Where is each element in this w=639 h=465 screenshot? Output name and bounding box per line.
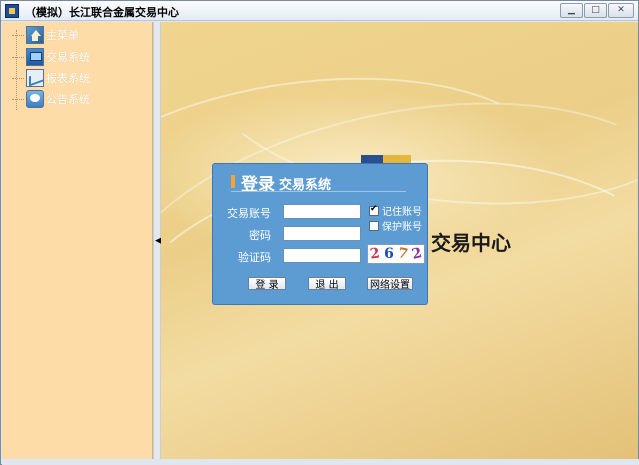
account-input[interactable] xyxy=(284,207,360,220)
network-settings-button[interactable]: 网络设置 xyxy=(367,277,413,291)
exit-button[interactable]: 退 出 xyxy=(308,277,346,291)
remember-account-checkbox[interactable]: 记住账号 xyxy=(369,203,422,218)
tree-item-trading-system[interactable]: 交易系统 xyxy=(12,47,90,67)
close-icon: ✕ xyxy=(617,5,625,15)
window-bottom-border xyxy=(2,459,639,465)
login-button[interactable]: 登 录 xyxy=(248,277,286,291)
minimize-button[interactable]: ▁ xyxy=(560,3,583,18)
account-label: 交易账号 xyxy=(227,207,271,220)
captcha-label: 验证码 xyxy=(238,251,271,264)
login-dialog: 登录 交易系统 交易账号 密码 验证码 记住账号 保护账号 2 6 7 2 xyxy=(212,163,428,305)
tree-item-label: 公告系统 xyxy=(46,93,90,106)
captcha-image[interactable]: 2 6 7 2 xyxy=(367,244,425,264)
maximize-button[interactable]: □ xyxy=(584,3,607,18)
navigation-tree: 主菜单 交易系统 报表系统 公告系统 xyxy=(2,22,153,459)
monitor-icon xyxy=(26,48,44,66)
app-window: （模拟）长江联合金属交易中心 ▁ □ ✕ 主菜单 交易系统 报表系统 公告系统 xyxy=(0,0,639,465)
captcha-char: 2 xyxy=(410,245,424,263)
checkbox-checked[interactable] xyxy=(369,204,379,216)
tree-item-label: 报表系统 xyxy=(46,72,90,85)
captcha-char: 7 xyxy=(396,245,410,263)
minimize-icon: ▁ xyxy=(568,5,575,15)
maximize-icon: □ xyxy=(591,5,600,15)
password-input[interactable] xyxy=(284,229,360,242)
tree-item-label: 主菜单 xyxy=(46,29,79,42)
window-title: （模拟）长江联合金属交易中心 xyxy=(25,6,179,19)
app-logo-icon xyxy=(5,4,19,18)
title-bar[interactable]: （模拟）长江联合金属交易中心 ▁ □ ✕ xyxy=(1,1,638,21)
protect-account-label: 保护账号 xyxy=(382,222,422,233)
close-button[interactable]: ✕ xyxy=(608,3,634,18)
captcha-char: 6 xyxy=(384,246,394,262)
tree-branch xyxy=(12,77,24,79)
checkbox-unchecked[interactable] xyxy=(369,220,379,231)
tree-item-main-menu[interactable]: 主菜单 xyxy=(12,25,79,45)
password-field[interactable] xyxy=(283,226,361,242)
panel-splitter[interactable]: ◀ xyxy=(153,22,162,459)
home-icon xyxy=(26,26,44,44)
tree-item-label: 交易系统 xyxy=(46,51,90,64)
bubble-icon xyxy=(26,90,44,108)
title-divider xyxy=(231,191,406,192)
tree-branch xyxy=(12,56,24,58)
captcha-field[interactable] xyxy=(283,248,361,264)
protect-account-checkbox[interactable]: 保护账号 xyxy=(369,218,422,233)
chart-icon xyxy=(26,69,44,87)
title-accent-bar xyxy=(231,175,235,188)
tree-branch xyxy=(12,34,24,36)
account-field[interactable] xyxy=(283,204,361,220)
password-label: 密码 xyxy=(249,229,271,242)
background-title: 交易中心 xyxy=(431,231,511,255)
tree-item-report-system[interactable]: 报表系统 xyxy=(12,68,90,88)
tree-branch xyxy=(12,98,24,100)
tree-item-announcement-system[interactable]: 公告系统 xyxy=(12,89,90,109)
remember-account-label: 记住账号 xyxy=(382,207,422,218)
window-controls: ▁ □ ✕ xyxy=(559,3,634,18)
captcha-input[interactable] xyxy=(284,251,360,264)
captcha-char: 2 xyxy=(369,245,381,263)
